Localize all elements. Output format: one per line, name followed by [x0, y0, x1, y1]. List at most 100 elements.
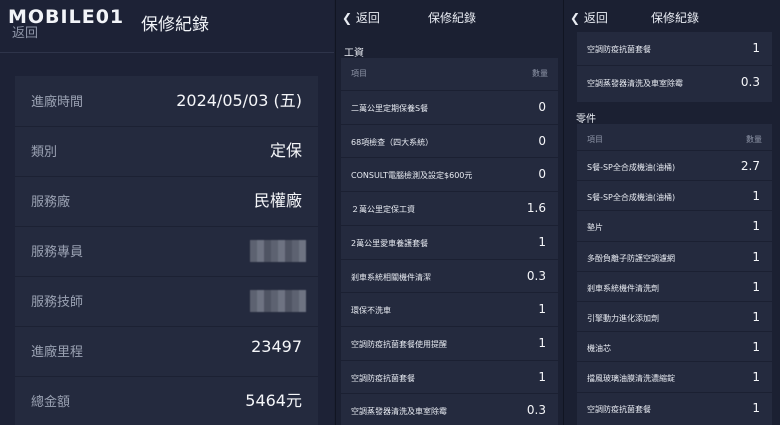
summary-header: 返回 MOBILE01 保修紀錄 [0, 0, 334, 53]
item-name: 68項檢查（四大系統） [351, 137, 434, 147]
summary-value: 5464元 [245, 391, 302, 410]
page-title: 保修紀錄 [141, 15, 209, 35]
table-row: 擋風玻璃油膜清洗濃縮錠 1 [577, 361, 772, 392]
summary-label: 服務廠 [31, 195, 71, 210]
section-title: 零件 [576, 114, 596, 125]
summary-label: 總金額 [31, 395, 71, 410]
table-header: 項目 數量 [341, 58, 558, 88]
summary-label: 服務技師 [31, 295, 84, 310]
item-qty: 1 [752, 279, 760, 294]
column-item: 項目 [587, 135, 603, 144]
item-name: 空調防疫抗菌套餐 [351, 373, 415, 383]
item-name: 引擎動力進化添加劑 [587, 314, 659, 323]
item-qty: 0 [538, 100, 546, 114]
item-qty: 2.7 [740, 159, 760, 173]
item-qty: 0 [538, 167, 546, 182]
table-row: 剎車系統機件清洗劑 1 [577, 270, 772, 302]
back-label: 返回 [355, 11, 380, 25]
table-row: S餐-SP全合成機油(油桶) 2.7 [577, 150, 772, 181]
item-name: 二萬公里定期保養S餐 [351, 104, 429, 113]
item-name: 空調防疫抗菌套餐 [587, 45, 651, 54]
item-qty: 1 [538, 302, 546, 317]
item-qty: 1 [752, 219, 760, 234]
section-title: 工資 [344, 48, 364, 59]
summary-screen: 返回 MOBILE01 保修紀錄 進廠時間 2024/05/03 (五) 類別 … [0, 0, 334, 425]
redacted-name [250, 240, 306, 262]
summary-value: 民權廠 [253, 191, 302, 210]
summary-row: 服務技師 [15, 276, 318, 327]
table-row: 68項檢查（四大系統） 0 [341, 123, 558, 159]
summary-label: 進廠里程 [31, 345, 84, 360]
table-row: ２萬公里定保工資 1.6 [341, 191, 558, 226]
summary-value: 2024/05/03 (五) [176, 91, 302, 110]
item-name: 空調防疫抗菌套餐 [587, 404, 651, 414]
item-qty: 1 [538, 234, 546, 249]
summary-row: 類別 定保 [15, 126, 318, 177]
item-qty: 1 [538, 369, 546, 384]
table-row: 2萬公里愛車養護套餐 1 [341, 224, 558, 260]
table-row: 空調防疫抗菌套餐 1 [577, 32, 772, 65]
labor-table: 項目 數量 二萬公里定期保養S餐 0 68項檢查（四大系統） 0 CONSULT電腦檢測… [341, 58, 558, 425]
item-name: 剎車系統相關機件清潔 [351, 272, 431, 282]
table-row: 機油芯 1 [577, 331, 772, 362]
item-qty: 1.6 [526, 201, 546, 216]
item-name: 2萬公里愛車養護套餐 [351, 238, 429, 248]
back-button[interactable]: ❮ 返回 [570, 9, 608, 26]
back-label: 返回 [583, 11, 608, 25]
page-title: 保修紀錄 [651, 11, 700, 25]
table-row: 空調防疫抗菌套餐 1 [577, 391, 772, 423]
table-row: 空調防疫抗菌套餐使用提醒 1 [341, 325, 558, 361]
parts-table: 項目 數量 S餐-SP全合成機油(油桶) 2.7 S餐-SP全合成機油(油桶) 1 墊片… [577, 124, 772, 425]
item-name: 空調蒸發器清洗及車室除霉 [351, 407, 447, 417]
table-row: S餐-SP全合成機油(油桶) 1 [577, 180, 772, 211]
summary-row: 服務專員 [15, 226, 318, 277]
item-qty: 1 [752, 400, 760, 415]
table-row: 剎車系統相關機件清潔 0.3 [341, 258, 558, 294]
item-qty: 0.3 [740, 75, 760, 89]
page-title: 保修紀錄 [428, 11, 477, 25]
item-name: 空調蒸發器清洗及車室除霉 [587, 79, 683, 88]
table-row: 空調蒸發器清洗及車室除霉 0.3 [577, 65, 772, 99]
summary-row: 總金額 5464元 [15, 376, 318, 425]
summary-label: 服務專員 [31, 245, 84, 260]
table-row: 多酚負離子防護空調濾網 1 [577, 240, 772, 272]
parts-screen: ❮ 返回 保修紀錄 空調防疫抗菌套餐 1 空調蒸發器清洗及車室除霉 0.3 零件 項目… [563, 0, 780, 425]
item-name: 空調防疫抗菌套餐使用提醒 [351, 339, 447, 349]
table-row: CONSULT電腦檢測及設定$600元 0 [341, 157, 558, 192]
item-name: 環保不洗車 [351, 306, 391, 316]
column-item: 項目 [351, 69, 367, 78]
item-qty: 0.3 [526, 268, 546, 283]
item-name: 擋風玻璃油膜清洗濃縮錠 [587, 374, 675, 384]
column-qty: 數量 [532, 69, 548, 78]
item-qty: 1 [752, 310, 760, 324]
labor-table-continued: 空調防疫抗菌套餐 1 空調蒸發器清洗及車室除霉 0.3 [577, 32, 772, 102]
brand-watermark: MOBILE01 [8, 6, 125, 28]
table-row: 引擎動力進化添加劑 1 [577, 301, 772, 332]
item-name: 多酚負離子防護空調濾網 [587, 253, 675, 263]
item-name: CONSULT電腦檢測及設定$600元 [351, 171, 473, 181]
summary-value: 23497 [251, 337, 302, 356]
summary-row: 進廠里程 23497 [15, 326, 318, 377]
item-name: S餐-SP全合成機油(油桶) [587, 193, 676, 203]
item-qty: 0.3 [526, 403, 546, 418]
back-button[interactable]: ❮ 返回 [342, 9, 380, 26]
item-qty: 0 [538, 133, 546, 148]
item-qty: 1 [538, 335, 546, 350]
item-qty: 1 [752, 249, 760, 264]
item-name: ２萬公里定保工資 [351, 205, 415, 215]
table-row: 空調防疫抗菌套餐 1 [341, 359, 558, 395]
item-name: 墊片 [587, 223, 603, 233]
column-qty: 數量 [746, 135, 762, 144]
redacted-name [250, 290, 306, 312]
item-name: S餐-SP全合成機油(油桶) [587, 163, 676, 172]
item-qty: 1 [752, 189, 760, 204]
table-row: 二萬公里定期保養S餐 0 [341, 90, 558, 125]
summary-row: 服務廠 民權廠 [15, 176, 318, 227]
item-name: 剎車系統機件清洗劑 [587, 283, 659, 293]
table-row: 空調蒸發器清洗及車室除霉 0.3 [341, 393, 558, 425]
summary-card: 進廠時間 2024/05/03 (五) 類別 定保 服務廠 民權廠 服務專員 服… [15, 76, 318, 425]
summary-value: 定保 [269, 141, 302, 160]
item-name: 機油芯 [587, 344, 611, 354]
table-row: 環保不洗車 1 [341, 292, 558, 327]
labor-screen: ❮ 返回 保修紀錄 工資 項目 數量 二萬公里定期保養S餐 0 68項檢查（四大系統… [335, 0, 563, 425]
